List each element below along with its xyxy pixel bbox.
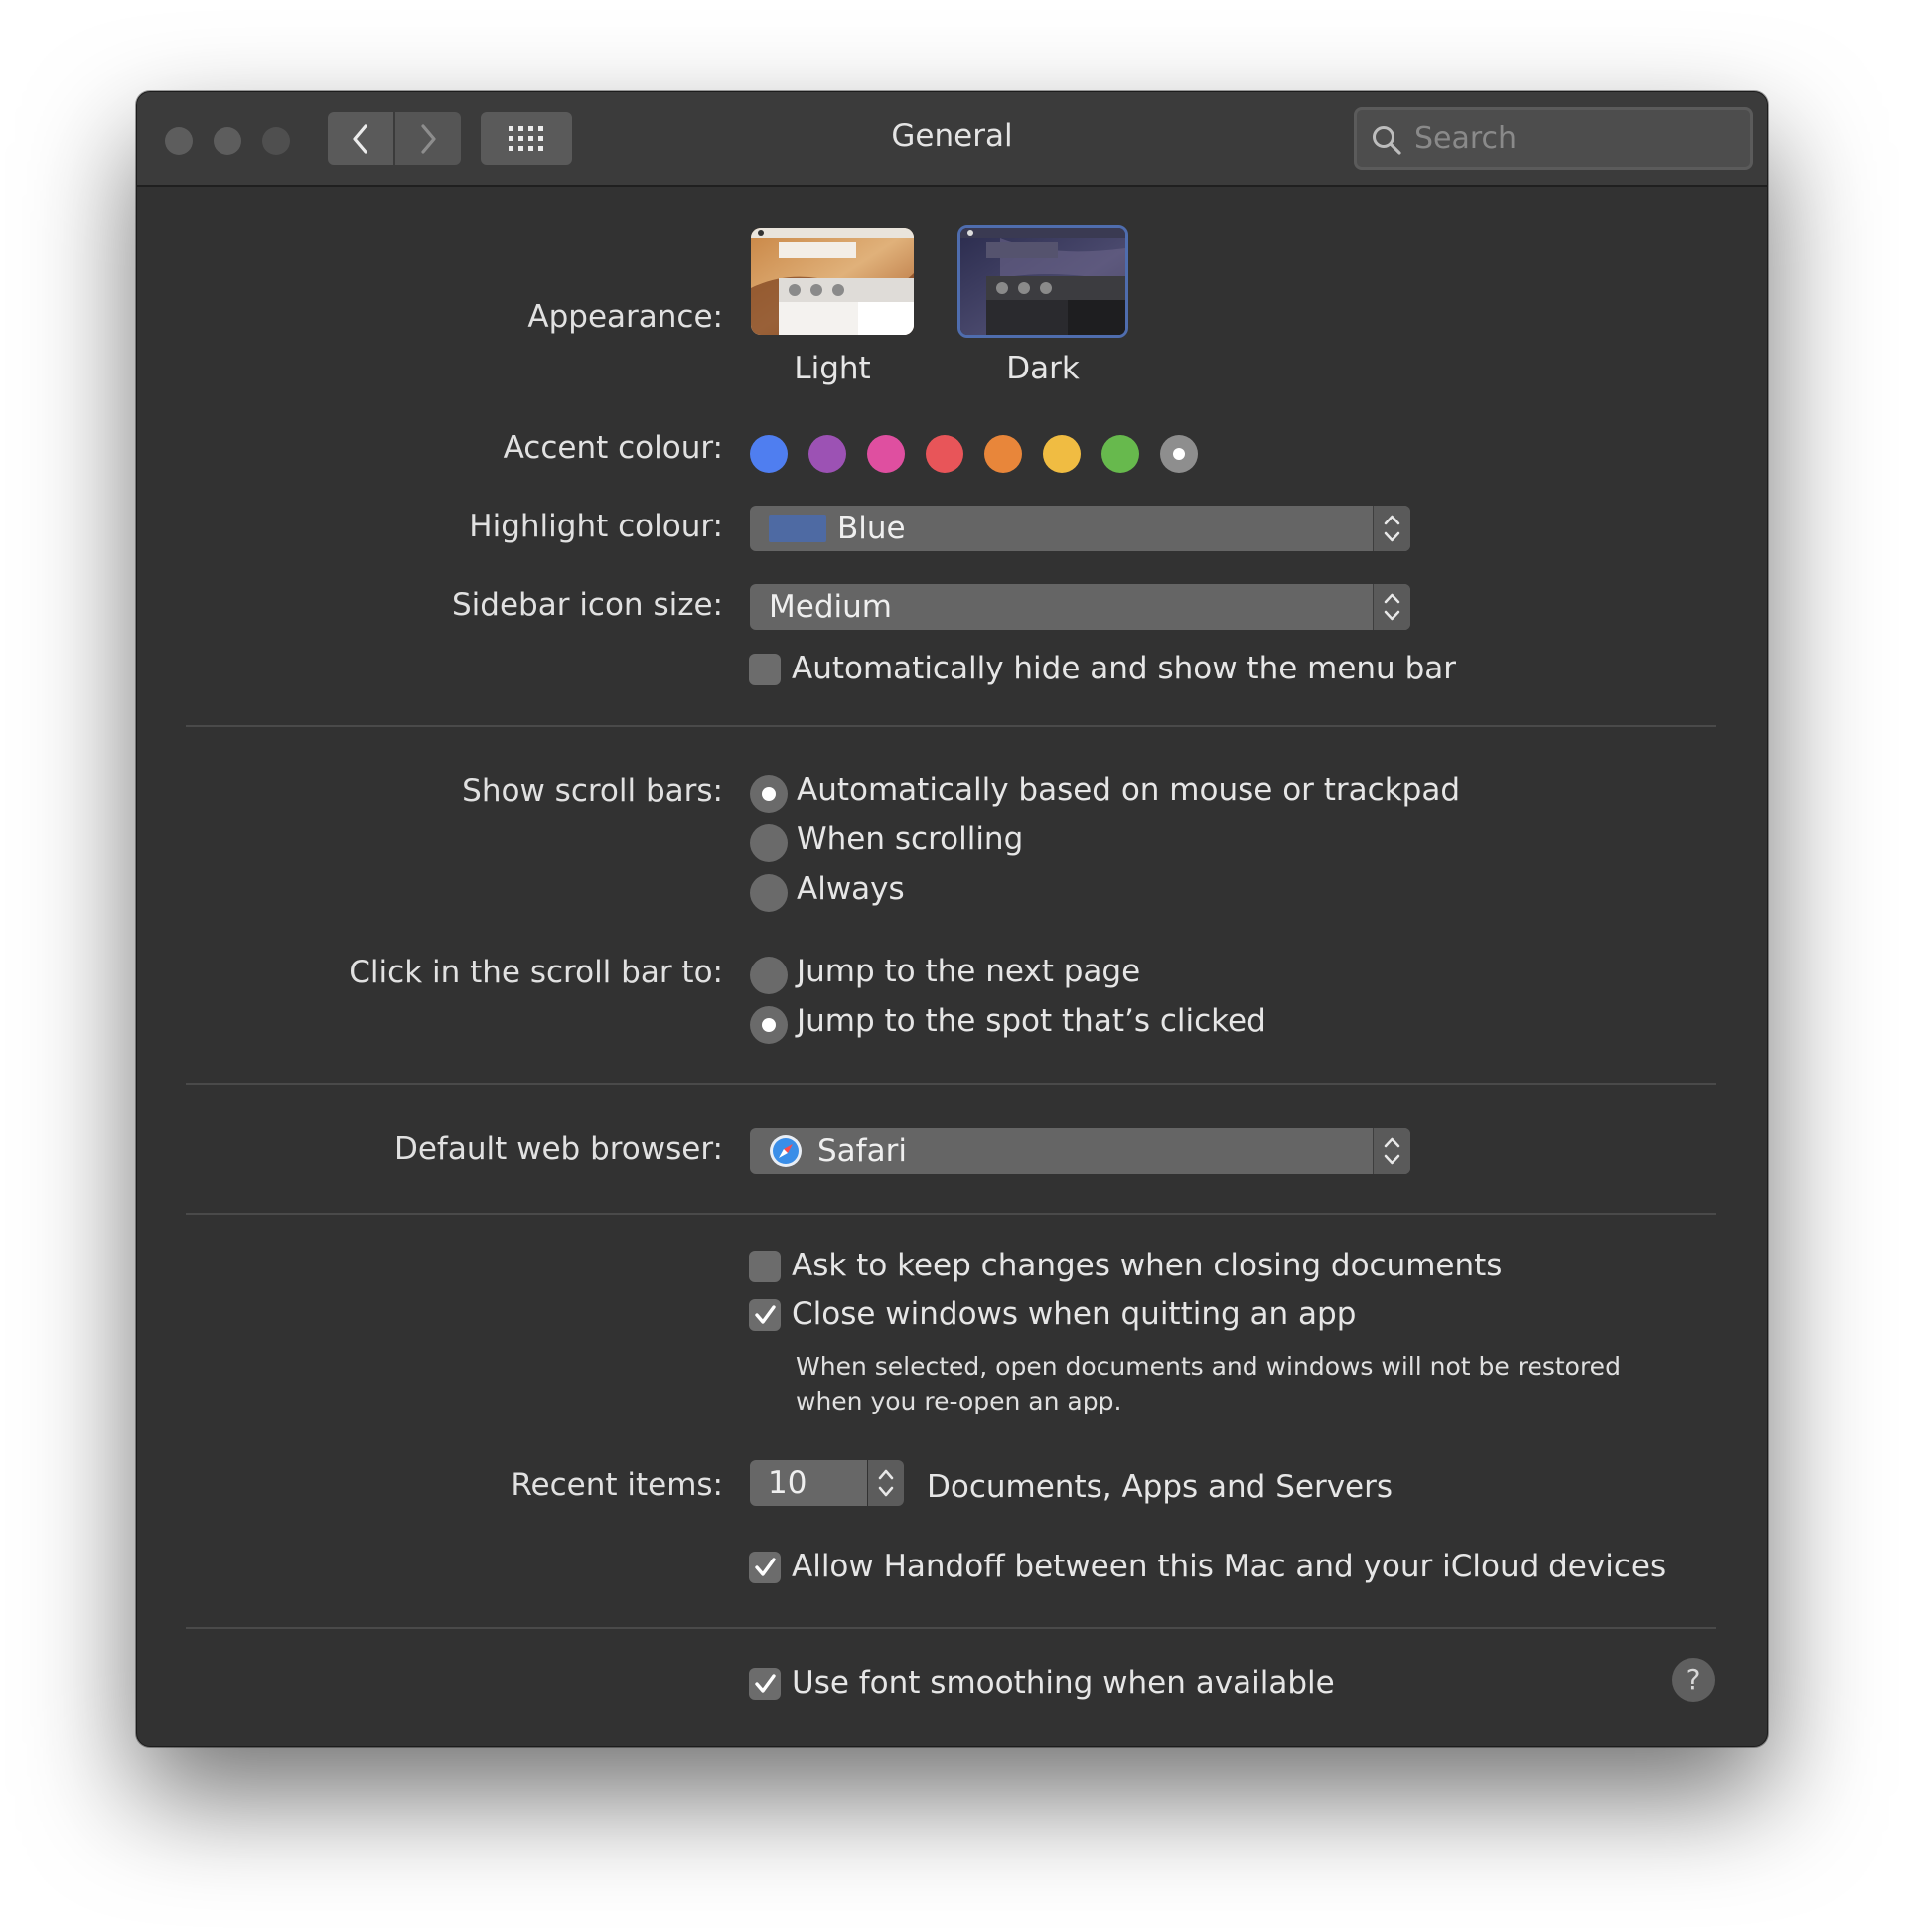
appearance-light-label: Light [794,351,871,386]
scroll-bars-when-scrolling-radio[interactable] [750,824,788,862]
auto-hide-menu-bar-label: Automatically hide and show the menu bar [792,651,1456,686]
chevron-up-down-icon [1384,593,1400,621]
click-scroll-bar-label: Click in the scroll bar to: [349,955,723,990]
handoff-label: Allow Handoff between this Mac and your … [792,1549,1667,1584]
close-windows-label: Close windows when quitting an app [792,1296,1357,1332]
accent-swatch-green[interactable] [1101,435,1139,473]
scroll-bars-always-radio[interactable] [750,874,788,912]
show-scroll-bars-label: Show scroll bars: [462,773,723,809]
accent-colour-label: Accent colour: [503,430,723,466]
appearance-light-thumbnail[interactable] [751,228,914,335]
sidebar-icon-size-popup[interactable]: Medium [750,584,1410,630]
accent-swatch-orange[interactable] [984,435,1022,473]
chevron-up-down-icon [1384,515,1400,542]
search-icon [1373,126,1401,155]
recent-items-suffix: Documents, Apps and Servers [927,1469,1394,1505]
sidebar-icon-size-value: Medium [769,589,892,625]
accent-swatch-blue[interactable] [750,435,788,473]
separator [186,1213,1716,1215]
selected-dot-icon [1173,448,1185,460]
ask-keep-changes-label: Ask to keep changes when closing documen… [792,1248,1503,1283]
default-browser-label: Default web browser: [393,1131,723,1167]
recent-items-input[interactable] [750,1460,859,1506]
default-browser-popup[interactable]: Safari [750,1128,1410,1174]
popup-arrows [1373,584,1410,630]
popup-arrows [1373,1128,1410,1174]
separator [186,1083,1716,1085]
highlight-colour-label: Highlight colour: [469,509,723,544]
preferences-window: General Appearance: [136,91,1768,1747]
highlight-swatch [769,515,826,542]
auto-hide-menu-bar-checkbox[interactable] [749,654,781,685]
sidebar-icon-size-label: Sidebar icon size: [452,587,723,623]
appearance-dark-label: Dark [1006,351,1080,386]
default-browser-value: Safari [817,1133,907,1169]
accent-swatch-graphite[interactable] [1160,435,1198,473]
close-windows-checkbox[interactable] [749,1299,781,1331]
handoff-checkbox[interactable] [749,1552,781,1583]
title-bar: General [137,92,1767,187]
click-next-page-label: Jump to the next page [797,954,1141,989]
dark-mode-preview-icon [960,228,1125,335]
appearance-label: Appearance: [527,299,723,335]
separator [186,725,1716,727]
scroll-bars-automatic-label: Automatically based on mouse or trackpad [797,772,1460,808]
click-spot-label: Jump to the spot that’s clicked [797,1003,1266,1039]
chevron-up-down-icon [1384,1137,1400,1165]
click-spot-radio[interactable] [750,1006,788,1044]
search-input[interactable] [1414,110,1732,167]
ask-keep-changes-checkbox[interactable] [749,1251,781,1282]
recent-items-label: Recent items: [511,1467,723,1503]
accent-swatch-pink[interactable] [867,435,905,473]
appearance-dark-thumbnail[interactable] [957,225,1128,338]
accent-swatch-purple[interactable] [808,435,846,473]
separator [186,1627,1716,1629]
font-smoothing-label: Use font smoothing when available [792,1665,1335,1701]
highlight-colour-value: Blue [837,511,906,546]
popup-arrows [1373,506,1410,551]
safari-icon [770,1135,802,1167]
checkmark-icon [755,1674,776,1693]
chevron-up-down-icon [878,1469,894,1497]
scroll-bars-always-label: Always [797,871,905,907]
accent-swatch-yellow[interactable] [1043,435,1081,473]
checkmark-icon [755,1305,776,1324]
close-windows-note-line1: When selected, open documents and window… [796,1352,1621,1381]
search-field[interactable] [1354,107,1753,170]
close-windows-note-line2: when you re-open an app. [796,1387,1122,1415]
light-mode-preview-icon [751,228,914,335]
accent-swatch-red[interactable] [926,435,963,473]
help-button[interactable]: ? [1672,1658,1715,1702]
scroll-bars-automatic-radio[interactable] [750,775,788,813]
click-next-page-radio[interactable] [750,957,788,994]
recent-items-stepper[interactable] [868,1460,904,1506]
font-smoothing-checkbox[interactable] [749,1668,781,1700]
checkmark-icon [755,1558,776,1576]
highlight-colour-popup[interactable]: Blue [750,506,1410,551]
recent-items-field[interactable] [750,1460,867,1506]
scroll-bars-when-scrolling-label: When scrolling [797,821,1024,857]
